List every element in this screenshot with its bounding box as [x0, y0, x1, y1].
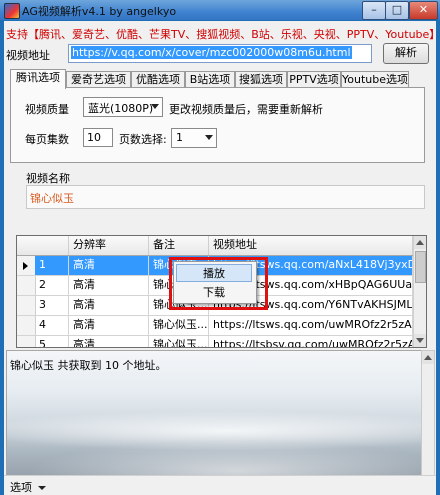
url-input[interactable]: https://v.qq.com/x/cover/mzc002000w08m6u… [68, 44, 372, 63]
row-number[interactable]: 5 [35, 336, 69, 347]
cell-url[interactable]: https://ltsws.qq.com/uwMROfz2r5zAc... [209, 316, 413, 335]
tab-youku[interactable]: 优酷选项 [131, 71, 185, 88]
cell-resolution[interactable]: 高清 [69, 336, 149, 347]
table-row[interactable]: 4 高清 锦心似玉... https://ltsws.qq.com/uwMROf… [17, 316, 413, 336]
cell-resolution[interactable]: 高清 [69, 276, 149, 295]
status-bar: 选项 [4, 475, 436, 495]
highlight-frame [169, 257, 268, 310]
row-header[interactable] [17, 336, 36, 347]
quality-hint: 更改视频质量后，需要重新解析 [169, 103, 323, 116]
status-options-dropdown[interactable]: 选项 [10, 479, 46, 495]
column-header-resolution[interactable]: 分辨率 [69, 236, 149, 255]
row-number[interactable]: 3 [35, 296, 69, 315]
log-vertical-scrollbar[interactable] [421, 350, 435, 490]
row-number[interactable]: 2 [35, 276, 69, 295]
url-input-value: https://v.qq.com/x/cover/mzc002000w08m6u… [71, 46, 352, 59]
cell-resolution[interactable]: 高清 [69, 316, 149, 335]
tab-iqiyi[interactable]: 爱奇艺选项 [66, 71, 131, 88]
row-number[interactable]: 1 [35, 256, 69, 275]
scroll-down-icon[interactable] [414, 334, 426, 347]
scroll-thumb[interactable] [415, 251, 426, 283]
video-name-label: 视频名称 [26, 172, 70, 185]
quality-select-value: 蓝光(1080P) [88, 102, 154, 115]
supported-sites-text: 支持【腾讯、爱奇艺、优酷、芒果TV、搜狐视频、B站、乐视、央视、PPTV、You… [6, 28, 440, 41]
scroll-up-icon[interactable] [414, 236, 426, 249]
per-page-label: 每页集数 [25, 133, 69, 146]
page-select-label: 页数选择: [119, 133, 167, 146]
tencent-options-panel: 视频质量 蓝光(1080P) 更改视频质量后，需要重新解析 每页集数 10 页数… [10, 87, 425, 163]
window-title: AG视频解析v4.1 by angelkyo [22, 5, 177, 18]
tab-pptv[interactable]: PPTV选项 [287, 71, 341, 88]
page-select[interactable]: 1 [171, 128, 217, 148]
row-header[interactable] [17, 296, 36, 315]
quality-label: 视频质量 [25, 103, 69, 116]
grid-header-corner [17, 236, 69, 255]
tab-sohu[interactable]: 搜狐选项 [235, 71, 287, 88]
cell-note[interactable]: 锦心似玉... [149, 316, 209, 335]
url-label: 视频地址 [6, 49, 50, 62]
grid-header: 分辨率 备注 视频地址 [17, 236, 413, 256]
row-header[interactable] [17, 256, 36, 275]
chevron-down-icon [151, 104, 159, 109]
grid-vertical-scrollbar[interactable] [413, 236, 426, 347]
row-header[interactable] [17, 316, 36, 335]
row-header[interactable] [17, 276, 36, 295]
status-options-label: 选项 [10, 481, 32, 494]
tab-bilibili[interactable]: B站选项 [185, 71, 235, 88]
quality-select[interactable]: 蓝光(1080P) [83, 97, 163, 117]
tab-tencent[interactable]: 腾讯选项 [10, 69, 66, 89]
page-select-value: 1 [176, 131, 183, 144]
chevron-down-icon [205, 135, 213, 140]
log-output[interactable]: 锦心似玉 共获取到 10 个地址。 [6, 350, 423, 488]
per-page-input[interactable]: 10 [83, 128, 113, 147]
column-header-note[interactable]: 备注 [149, 236, 209, 255]
cell-resolution[interactable]: 高清 [69, 296, 149, 315]
video-name-field[interactable]: 锦心似玉 [26, 185, 425, 209]
tab-youtube[interactable]: Youtube选项 [341, 71, 409, 88]
log-message: 锦心似玉 共获取到 10 个地址。 [10, 359, 167, 372]
cell-url[interactable]: https://ltsbsv.qq.com/uwMROfz2r5zAc... [209, 336, 413, 347]
per-page-value: 10 [87, 131, 101, 144]
current-row-pointer-icon [23, 262, 28, 270]
title-bar: AG视频解析v4.1 by angelkyo – □ ✕ [0, 0, 440, 20]
scroll-up-icon[interactable] [422, 351, 434, 364]
close-button[interactable]: ✕ [409, 1, 438, 20]
maximize-button[interactable]: □ [385, 1, 409, 20]
app-icon [4, 3, 20, 19]
video-name-value: 锦心似玉 [30, 192, 74, 205]
cell-resolution[interactable]: 高清 [69, 256, 149, 275]
column-header-url[interactable]: 视频地址 [209, 236, 413, 255]
row-number[interactable]: 4 [35, 316, 69, 335]
minimize-button[interactable]: – [362, 1, 386, 20]
cell-note[interactable]: 锦心似玉... [149, 336, 209, 347]
parse-button[interactable]: 解析 [383, 43, 429, 64]
chevron-down-icon [38, 486, 46, 490]
table-row[interactable]: 5 高清 锦心似玉... https://ltsbsv.qq.com/uwMRO… [17, 336, 413, 347]
